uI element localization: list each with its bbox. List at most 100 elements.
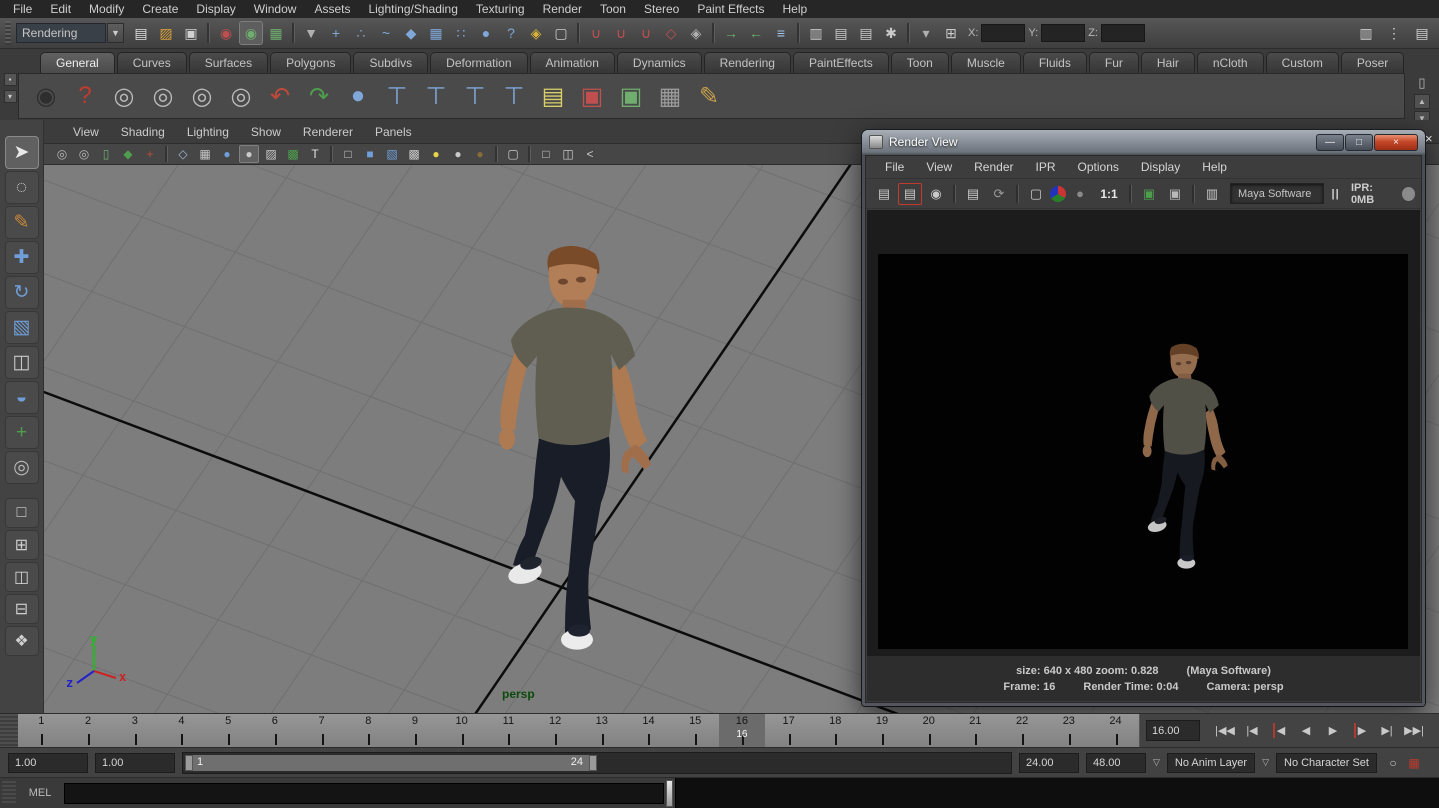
render-canvas[interactable] — [867, 210, 1420, 656]
go-to-end-button[interactable]: ▶▶| — [1401, 718, 1427, 744]
frame-cell[interactable]: 19 — [859, 714, 906, 747]
keep-image-icon[interactable]: ▣ — [1137, 183, 1161, 205]
mask-surfaces-icon[interactable]: ◆ — [399, 21, 423, 45]
current-time-input[interactable] — [1146, 720, 1200, 741]
pause-ipr-icon[interactable]: || — [1326, 188, 1345, 200]
frame-cell[interactable]: 20 — [905, 714, 952, 747]
mask-handles-icon[interactable]: + — [324, 21, 348, 45]
lasso-tool[interactable]: ◌ — [5, 171, 39, 204]
shelf-tab[interactable]: Curves — [117, 52, 187, 73]
range-end-handle[interactable] — [589, 755, 597, 771]
menu-item[interactable]: File — [4, 1, 41, 17]
playback-end-input[interactable] — [1019, 753, 1079, 773]
renderer-dropdown[interactable]: Maya Software — [1230, 183, 1324, 204]
menu-item[interactable]: Texturing — [467, 1, 534, 17]
frame-cell[interactable]: 18 — [812, 714, 859, 747]
frame-cell[interactable]: 7 — [298, 714, 345, 747]
smooth-shade-icon[interactable]: ● — [217, 145, 237, 163]
gate-mask-icon[interactable]: ◆ — [118, 145, 138, 163]
ipr-render-icon[interactable]: ▤ — [854, 21, 878, 45]
menu-collapse-icon[interactable]: ▪ — [4, 73, 17, 86]
camera-move-icon[interactable]: ◎ — [185, 79, 219, 113]
four-pane-layout[interactable]: ⊞ — [5, 530, 39, 560]
refresh-ipr-icon[interactable]: ⟳ — [987, 183, 1011, 205]
frame-cell[interactable]: 6 — [252, 714, 299, 747]
resolution-gate-icon[interactable]: ▯ — [96, 145, 116, 163]
redo-previous-render-icon[interactable]: ▤ — [898, 183, 922, 205]
frame-cell[interactable]: 9 — [392, 714, 439, 747]
smooth-icon[interactable]: ▦ — [653, 79, 687, 113]
transparent-cube-icon[interactable]: ▧ — [382, 145, 402, 163]
camera-aim-icon[interactable]: ◎ — [146, 79, 180, 113]
playback-range-bar[interactable]: 1 24 — [185, 755, 597, 771]
frame-cell[interactable]: 15 — [672, 714, 719, 747]
anim-layer-selector[interactable]: No Anim Layer — [1167, 753, 1255, 773]
animation-key-settings-icon[interactable]: ○ — [1384, 754, 1402, 772]
frame-cell[interactable]: 3 — [111, 714, 158, 747]
hypershade-persp-layout[interactable]: ❖ — [5, 626, 39, 656]
frame-cell[interactable]: 10 — [438, 714, 485, 747]
shelf-tab[interactable]: Dynamics — [617, 52, 702, 73]
render-view-menu-item[interactable]: IPR — [1025, 160, 1067, 174]
drag-handle[interactable] — [2, 781, 16, 805]
persp-graph-layout[interactable]: ⊟ — [5, 594, 39, 624]
delete-icon[interactable]: ● — [341, 79, 375, 113]
frame-cell[interactable]: 11 — [485, 714, 532, 747]
menu-item[interactable]: Lighting/Shading — [359, 1, 466, 17]
frame-cell[interactable]: 21 — [952, 714, 999, 747]
texture-placement-icon[interactable]: T — [305, 145, 325, 163]
shelf-tab[interactable]: Surfaces — [189, 52, 268, 73]
select-hierarchy-icon[interactable]: ◉ — [214, 21, 238, 45]
frame-cell[interactable]: 8 — [345, 714, 392, 747]
display-ratio-icon[interactable]: 1:1 — [1094, 183, 1124, 205]
hypergraph-icon[interactable]: ▤ — [536, 79, 570, 113]
shelf-tab[interactable]: Poser — [1341, 52, 1404, 73]
single-pane-layout[interactable]: □ — [5, 498, 39, 528]
plugin-pane-icon[interactable]: □ — [536, 145, 556, 163]
rendered-image[interactable] — [878, 254, 1408, 649]
shelf-tab[interactable]: Polygons — [270, 52, 351, 73]
shelf-tab[interactable]: Muscle — [951, 52, 1021, 73]
shaded-cube-icon[interactable]: ■ — [360, 145, 380, 163]
viewport-menu-item[interactable]: Show — [240, 125, 292, 139]
mask-curves-icon[interactable]: ~ — [374, 21, 398, 45]
snapshot-icon[interactable]: ◉ — [924, 183, 948, 205]
frame-cell[interactable]: 24 — [1092, 714, 1139, 747]
outliner-persp-layout[interactable]: ◫ — [5, 562, 39, 592]
mask-misc-icon[interactable]: ? — [499, 21, 523, 45]
paint-effects-icon[interactable]: ✎ — [692, 79, 726, 113]
frame-cell[interactable]: 13 — [578, 714, 625, 747]
mask-deformations-icon[interactable]: ▦ — [424, 21, 448, 45]
new-scene-icon[interactable]: ▤ — [129, 21, 153, 45]
multi-pane-icon[interactable]: ◫ — [558, 145, 578, 163]
command-line-splitter[interactable] — [666, 780, 673, 807]
field-chart-icon[interactable]: + — [140, 145, 160, 163]
menu-item[interactable]: Toon — [591, 1, 635, 17]
render-view-menu-item[interactable]: Render — [963, 160, 1024, 174]
shelf-tab[interactable]: Deformation — [430, 52, 527, 73]
time-slider[interactable]: 1 2 3 4 5 6 7 8 — [0, 713, 1439, 747]
command-line-input[interactable] — [64, 783, 664, 804]
soft-modification-tool[interactable]: ◒ — [5, 381, 39, 414]
snap-curve-icon[interactable]: ∪ — [609, 21, 633, 45]
grid-toggle-icon[interactable]: ◎ — [52, 145, 72, 163]
render-icon[interactable]: ▤ — [872, 183, 896, 205]
attribute-editor-icon[interactable]: ▤ — [1410, 21, 1434, 45]
open-scene-icon[interactable]: ▨ — [154, 21, 178, 45]
playblast-icon[interactable]: ◉ — [29, 79, 63, 113]
tool-settings-icon[interactable]: ⋮ — [1382, 21, 1406, 45]
ungroup-icon[interactable]: ⊤ — [419, 79, 453, 113]
menu-item[interactable]: Display — [187, 1, 244, 17]
viewport-menu-item[interactable]: Renderer — [292, 125, 364, 139]
unparent-icon[interactable]: ⊤ — [497, 79, 531, 113]
frame-cell[interactable]: 14 — [625, 714, 672, 747]
viewport-menu-item[interactable]: Shading — [110, 125, 176, 139]
redo-icon[interactable]: ↷ — [302, 79, 336, 113]
coord-input[interactable] — [981, 24, 1025, 42]
frame-cell[interactable]: 16 16 — [719, 714, 766, 747]
lock-selection-icon[interactable]: ◈ — [524, 21, 548, 45]
step-forward-frame-button[interactable]: ▶| — [1374, 718, 1400, 744]
frame-cell[interactable]: 1 — [18, 714, 65, 747]
menu-set-dropdown[interactable]: Rendering — [16, 23, 106, 43]
menu-item[interactable]: Window — [245, 1, 306, 17]
